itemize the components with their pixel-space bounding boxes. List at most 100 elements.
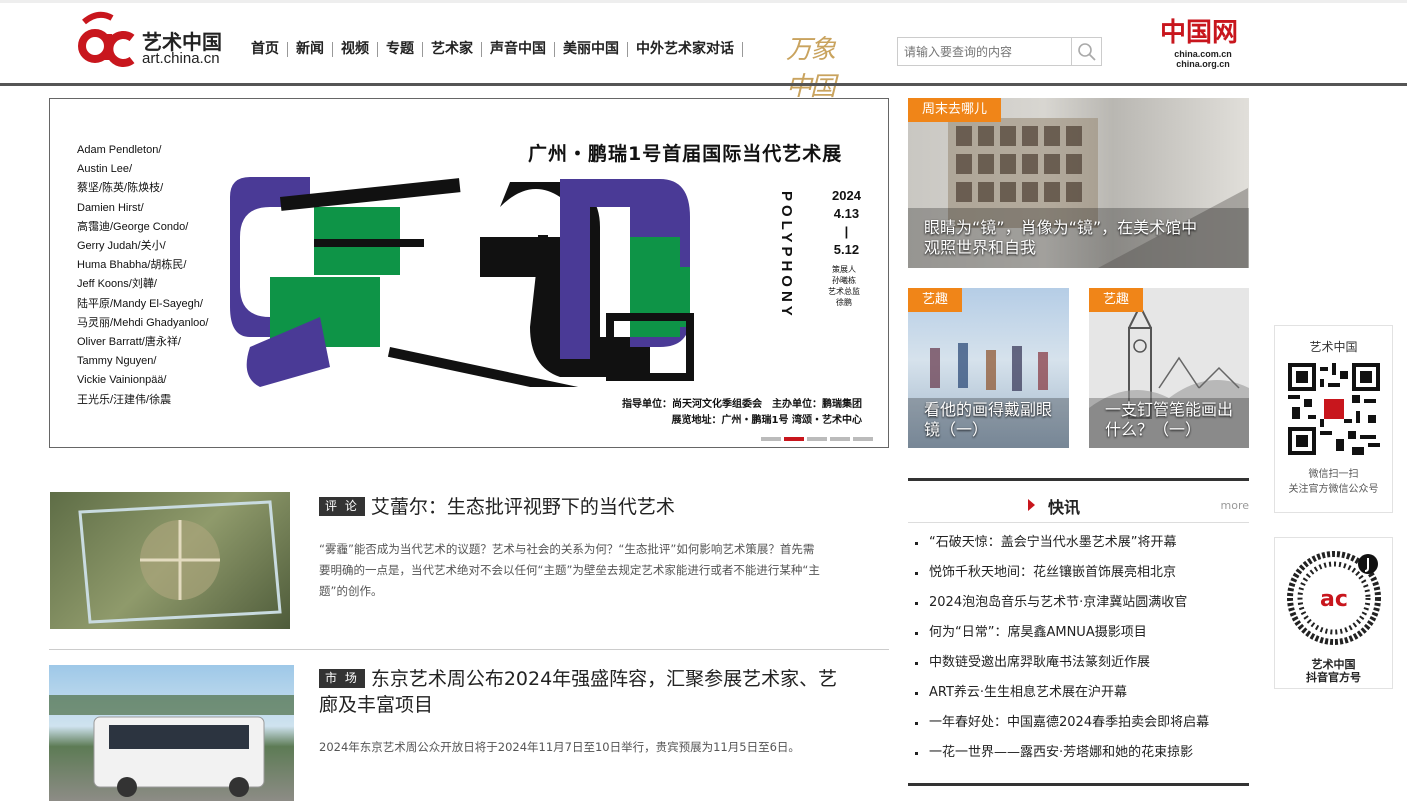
caption-line: 抖音官方号 [1306, 671, 1361, 684]
china-domain-1: china.com.cn [1174, 49, 1232, 59]
news-flash-item[interactable]: “石破天惊：盖会宁当代水墨艺术展”将开幕 [908, 528, 1249, 558]
news-flash-more-link[interactable]: more [1221, 499, 1250, 512]
feature-caption[interactable]: 眼睛为“镜”，肖像为“镜”，在美术馆中 观照世界和自我 [924, 218, 1197, 258]
site-logo[interactable]: 艺术中国 art.china.cn [78, 10, 238, 72]
search-box [897, 37, 1102, 66]
feature-weekend[interactable]: 周末去哪儿 眼睛为“镜”，肖像为“镜”，在美术馆中 观照世界和自我 [908, 98, 1249, 268]
wanxiang-text: 万象中国 [786, 35, 836, 102]
news-flash-item[interactable]: 何为“日常”：席昊鑫AMNUA摄影项目 [908, 618, 1249, 648]
credit-name: 徐鹏 [836, 298, 852, 307]
search-icon [1077, 42, 1096, 61]
credit-role: 艺术总监 [828, 287, 860, 296]
article-thumbnail[interactable] [50, 492, 290, 629]
article-summary: 2024年东京艺术周公众开放日将于2024年11月7日至10日举行，贵宾预展为1… [319, 737, 889, 758]
news-flash-title: 快讯 [1048, 498, 1081, 517]
article-item: 评 论艾蕾尔：生态批评视野下的当代艺术 “雾霾”能否成为当代艺术的议题？艺术与社… [49, 492, 889, 632]
caption-line: 什么？（一） [1105, 420, 1202, 439]
category-label[interactable]: 评 论 [319, 497, 365, 516]
article-title-text: 东京艺术周公布2024年强盛阵容，汇聚参展艺术家、艺 [370, 668, 838, 690]
feature-tag[interactable]: 艺趣 [1089, 288, 1144, 312]
news-flash-item[interactable]: 悦饰千秋天地间：花丝镶嵌首饰展亮相北京 [908, 558, 1249, 588]
search-button[interactable] [1071, 38, 1101, 65]
carousel-dot-active[interactable] [784, 437, 804, 441]
nav-voice-china[interactable]: 声音中国 [482, 42, 555, 57]
credit-name: 孙曦栋 [832, 276, 856, 285]
feature-art-fun-1[interactable]: 艺趣 看他的画得戴副眼 镜（一） [908, 288, 1069, 448]
douyin-qr-panel: ac 艺术中国 抖音官方号 [1274, 537, 1393, 689]
caption-line: 艺术中国 [1311, 658, 1356, 671]
polyphony-artwork [230, 177, 694, 387]
wechat-qr-caption: 微信扫一扫 关注官方微信公众号 [1275, 467, 1392, 497]
article-title-text: 艾蕾尔：生态批评视野下的当代艺术 [370, 496, 675, 518]
credit-role: 策展人 [832, 265, 856, 274]
nav-topics[interactable]: 专题 [378, 42, 423, 57]
artist-line: Oliver Barratt/唐永祥/ [77, 336, 181, 349]
china-net-logo[interactable]: 中国网 china.com.cn china.org.cn [1160, 12, 1246, 72]
article-title[interactable]: 市 场东京艺术周公布2024年强盛阵容，汇聚参展艺术家、艺 廊及丰富项目 [319, 666, 889, 718]
artist-line: 陆平原/Mandy El-Sayegh/ [77, 297, 203, 310]
site-header: 艺术中国 art.china.cn 首页 新闻 视频 专题 艺术家 声音中国 美… [0, 3, 1407, 102]
article-summary: “雾霾”能否成为当代艺术的议题？艺术与社会的关系为何？“生态批评”如何影响艺术策… [319, 539, 889, 602]
artist-line: 高霭迪/George Condo/ [77, 220, 189, 233]
triangle-right-icon [1028, 499, 1035, 511]
artist-line: Tammy Nguyen/ [77, 355, 157, 368]
news-flash-header: 快讯 more [908, 481, 1249, 523]
caption-line: 关注官方微信公众号 [1288, 484, 1379, 495]
artist-line: Austin Lee/ [77, 163, 133, 176]
summary-line: 要明确的一点是，当代艺术绝对不会以任何“主题”为壁垒去规定艺术家能进行或者不能进… [319, 563, 820, 577]
artist-line: 王光乐/汪建伟/徐震 [77, 393, 172, 406]
article-thumbnail[interactable] [49, 665, 294, 801]
article-divider [49, 649, 889, 650]
news-flash-item[interactable]: 一年春好处：中国嘉德2024春季拍卖会即将启幕 [908, 708, 1249, 738]
article-title[interactable]: 评 论艾蕾尔：生态批评视野下的当代艺术 [319, 494, 675, 520]
caption-line: 镜（一） [924, 420, 989, 439]
news-flash-item[interactable]: 中数链受邀出席羿耿庵书法篆刻近作展 [908, 648, 1249, 678]
artist-line: Jeff Koons/刘韡/ [77, 278, 157, 291]
caption-line: 眼睛为“镜”，肖像为“镜”，在美术馆中 [924, 218, 1198, 237]
nav-video[interactable]: 视频 [333, 42, 378, 57]
carousel-dot[interactable] [807, 437, 827, 441]
nav-news[interactable]: 新闻 [288, 42, 333, 57]
douyin-qr-code-icon[interactable]: ac [1284, 546, 1384, 646]
banner-start: 4.13 [833, 206, 860, 221]
carousel-dot[interactable] [853, 437, 873, 441]
summary-line: 2024年东京艺术周公众开放日将于2024年11月7日至10日举行，贵宾预展为1… [319, 740, 800, 754]
china-net-text: 中国网 [1160, 18, 1239, 48]
feature-tag[interactable]: 艺趣 [908, 288, 963, 312]
feature-art-fun-2[interactable]: 艺趣 一支钉管笔能画出 什么？（一） [1089, 288, 1249, 448]
wechat-qr-title: 艺术中国 [1309, 340, 1358, 354]
carousel-dot[interactable] [830, 437, 850, 441]
banner-year: 2024 [832, 188, 861, 203]
nav-home[interactable]: 首页 [246, 42, 288, 57]
feature-caption[interactable]: 一支钉管笔能画出 什么？（一） [1105, 400, 1245, 440]
carousel-dot[interactable] [761, 437, 781, 441]
news-flash-item[interactable]: ART养云·生生相息艺术展在沪开幕 [908, 678, 1249, 708]
banner-address: 展览地址：广州・鹏瑞1号 湾颂・艺术中心 [671, 415, 862, 426]
logo-text-en: art.china.cn [142, 50, 220, 67]
news-flash-item[interactable]: 2024泡泡岛音乐与艺术节·京津冀站圆满收官 [908, 588, 1249, 618]
douyin-qr-caption: 艺术中国 抖音官方号 [1275, 658, 1392, 684]
category-label[interactable]: 市 场 [319, 669, 365, 688]
news-flash-item[interactable]: 一花一世界——露西安·芳塔娜和她的花束掠影 [908, 738, 1249, 768]
svg-text:ac: ac [1320, 587, 1348, 612]
nav-beautiful-china[interactable]: 美丽中国 [555, 42, 628, 57]
banner-organizer: 指导单位：尚天河文化季组委会 主办单位：鹏瑞集团 [622, 399, 862, 410]
banner-sep: | [844, 224, 849, 239]
summary-line: 题”的创作。 [319, 584, 383, 598]
feature-caption[interactable]: 看他的画得戴副眼 镜（一） [924, 400, 1064, 440]
artist-line: Gerry Judah/关小/ [77, 240, 166, 253]
nav-dialogue[interactable]: 中外艺术家对话 [628, 42, 743, 57]
banner-polyphony: POLYPHONY [778, 191, 795, 320]
wanxiang-china-logo[interactable]: 万象中国 [786, 29, 856, 102]
artist-list: Adam Pendleton/ Austin Lee/ 蔡坚/陈英/陈焕枝/ D… [77, 141, 208, 410]
artist-line: 马灵丽/Mehdi Ghadyanloo/ [77, 316, 209, 329]
wechat-qr-code-icon[interactable] [1287, 363, 1380, 455]
feature-tag[interactable]: 周末去哪儿 [908, 98, 1002, 122]
artist-line: Vickie Vainionpää/ [77, 374, 167, 387]
search-input[interactable] [898, 38, 1072, 65]
artist-line: Huma Bhabha/胡栋民/ [77, 259, 187, 272]
hero-banner[interactable]: Adam Pendleton/ Austin Lee/ 蔡坚/陈英/陈焕枝/ D… [49, 98, 889, 448]
nav-artists[interactable]: 艺术家 [423, 42, 482, 57]
summary-line: “雾霾”能否成为当代艺术的议题？艺术与社会的关系为何？“生态批评”如何影响艺术策… [319, 542, 815, 556]
news-flash: 快讯 more “石破天惊：盖会宁当代水墨艺术展”将开幕 悦饰千秋天地间：花丝镶… [908, 478, 1249, 768]
